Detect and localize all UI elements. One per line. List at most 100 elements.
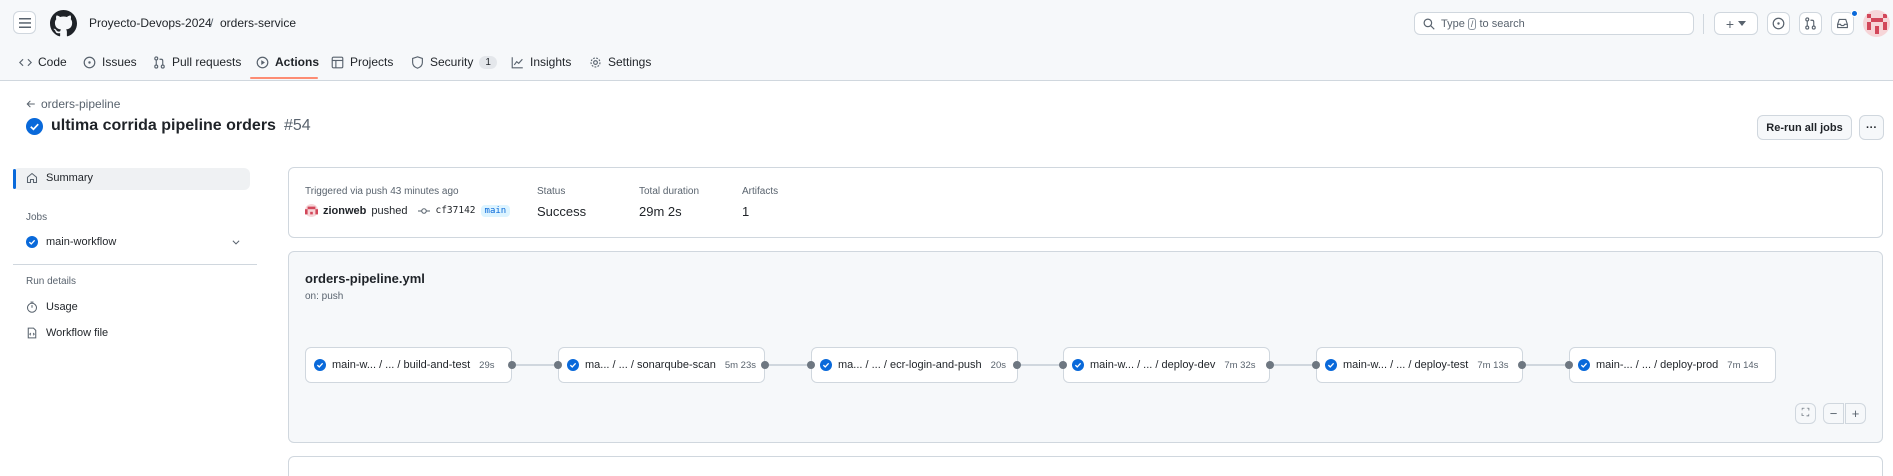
check-circle-fill-icon — [567, 359, 579, 371]
commit-sha[interactable]: cf37142 — [435, 205, 475, 216]
file-code-icon — [27, 327, 37, 339]
sidebar-item-workflow-file[interactable]: Workflow file — [26, 327, 108, 339]
github-logo-icon[interactable] — [50, 10, 77, 37]
tab-code[interactable]: Code — [19, 52, 67, 72]
check-circle-fill-icon — [26, 236, 38, 248]
job-duration: 20s — [990, 359, 1006, 371]
branch-badge[interactable]: main — [480, 204, 511, 217]
tab-label: Issues — [102, 55, 137, 69]
status-label: Status — [537, 186, 566, 197]
graph-connector — [512, 364, 557, 366]
job-duration: 29s — [479, 359, 495, 371]
git-pull-request-icon — [154, 55, 165, 69]
tab-label: Settings — [608, 55, 652, 69]
table-icon — [331, 56, 344, 68]
graph-connector-dot — [1266, 361, 1274, 369]
rerun-all-jobs-button[interactable]: Re-run all jobs — [1757, 115, 1852, 140]
actor-name[interactable]: zionweb — [323, 205, 366, 217]
inbox-button[interactable] — [1831, 12, 1854, 35]
job-node-sonarqube-scan[interactable]: ma... / ... / sonarqube-scan 5m 23s — [558, 347, 765, 383]
code-icon — [19, 58, 32, 66]
graph-connector-dot — [554, 361, 562, 369]
job-node-build-and-test[interactable]: main-w... / ... / build-and-test 29s — [305, 347, 512, 383]
tab-security[interactable]: Security 1 — [411, 52, 497, 72]
check-circle-fill-icon — [1072, 359, 1084, 371]
graph-connector-dot — [1565, 361, 1573, 369]
job-node-deploy-dev[interactable]: main-w... / ... / deploy-dev 7m 32s — [1063, 347, 1270, 383]
check-circle-fill-icon — [820, 359, 832, 371]
search-suffix: to search — [1479, 17, 1525, 30]
graph-connector — [765, 364, 810, 366]
job-duration: 7m 14s — [1727, 359, 1759, 371]
avatar[interactable] — [1863, 10, 1890, 37]
job-node-deploy-test[interactable]: main-w... / ... / deploy-test 7m 13s — [1316, 347, 1523, 383]
job-name: ma... / ... / sonarqube-scan — [585, 359, 716, 371]
git-commit-icon — [418, 207, 431, 214]
graph-connector-dot — [807, 361, 815, 369]
job-node-deploy-prod[interactable]: main-... / ... / deploy-prod 7m 14s — [1569, 347, 1776, 383]
tab-label: Actions — [275, 55, 320, 69]
pull-requests-button[interactable] — [1799, 12, 1822, 35]
identicon-icon — [1866, 13, 1887, 34]
workflow-name: orders-pipeline — [41, 97, 121, 111]
tab-actions[interactable]: Actions — [256, 52, 319, 72]
graph-connector-dot — [1013, 361, 1021, 369]
security-counter-badge: 1 — [479, 55, 497, 69]
graph-connector-dot — [1059, 361, 1067, 369]
chevron-down-icon[interactable] — [231, 237, 241, 247]
tab-label: Code — [38, 55, 67, 69]
search-input[interactable]: Type / to search — [1414, 12, 1694, 35]
graph-connector — [1017, 364, 1062, 366]
tab-issues[interactable]: Issues — [83, 52, 137, 72]
breadcrumb-repo[interactable]: orders-service — [220, 16, 296, 30]
job-name: main-w... / ... / deploy-dev — [1090, 359, 1216, 371]
zoom-in-button[interactable]: + — [1845, 403, 1866, 424]
tab-insights[interactable]: Insights — [511, 52, 571, 72]
search-prefix: Type — [1441, 17, 1465, 30]
breadcrumb-separator: / — [210, 16, 214, 30]
arrow-left-icon — [26, 100, 35, 108]
tab-pull-requests[interactable]: Pull requests — [153, 52, 241, 72]
sidebar-item-label: Summary — [46, 172, 94, 184]
issues-button[interactable] — [1767, 12, 1790, 35]
job-name: main-... / ... / deploy-prod — [1596, 359, 1719, 371]
trigger-action: pushed — [371, 204, 408, 217]
sidebar-item-main-workflow[interactable]: main-workflow — [26, 236, 241, 248]
stopwatch-icon — [26, 301, 38, 313]
job-name: ma... / ... / ecr-login-and-push — [838, 359, 982, 371]
status-value: Success — [537, 204, 587, 219]
zoom-out-button[interactable]: − — [1823, 403, 1844, 424]
sidebar-item-summary[interactable]: Summary — [26, 172, 93, 184]
sidebar-heading-run-details: Run details — [26, 276, 77, 287]
tab-label: Pull requests — [172, 55, 242, 69]
breadcrumb-owner[interactable]: Proyecto-Devops-2024 — [89, 16, 212, 30]
fullscreen-button[interactable]: ⛶ — [1795, 403, 1816, 424]
job-name: main-w... / ... / deploy-test — [1343, 359, 1469, 371]
play-icon — [256, 56, 269, 68]
sidebar-item-usage[interactable]: Usage — [26, 301, 78, 313]
tab-projects[interactable]: Projects — [331, 52, 393, 72]
sidebar-heading-jobs: Jobs — [26, 212, 48, 223]
job-node-ecr-login-and-push[interactable]: ma... / ... / ecr-login-and-push 20s — [811, 347, 1018, 383]
create-new-button[interactable]: + — [1714, 12, 1758, 35]
actor-avatar-icon — [305, 204, 318, 217]
check-circle-fill-icon — [314, 359, 326, 371]
gear-icon — [590, 56, 601, 68]
tab-settings[interactable]: Settings — [589, 52, 651, 72]
graph-connector — [1522, 364, 1567, 366]
menu-button[interactable] — [13, 11, 36, 34]
sidebar-item-label: Usage — [46, 301, 78, 313]
more-options-button[interactable]: ··· — [1859, 115, 1884, 140]
check-circle-fill-icon — [1325, 359, 1337, 371]
home-icon — [26, 172, 38, 184]
git-pull-request-icon — [1805, 17, 1816, 30]
back-to-workflow-link[interactable]: orders-pipeline — [26, 97, 120, 111]
search-icon — [1423, 18, 1435, 30]
run-number: #54 — [283, 117, 311, 134]
kebab-horizontal-icon: ··· — [1866, 121, 1877, 134]
artifacts-value[interactable]: 1 — [742, 204, 749, 219]
workflow-trigger: on: push — [305, 291, 344, 302]
artifacts-label: Artifacts — [742, 186, 779, 197]
tab-label: Projects — [350, 55, 394, 69]
header-divider — [1703, 14, 1704, 34]
